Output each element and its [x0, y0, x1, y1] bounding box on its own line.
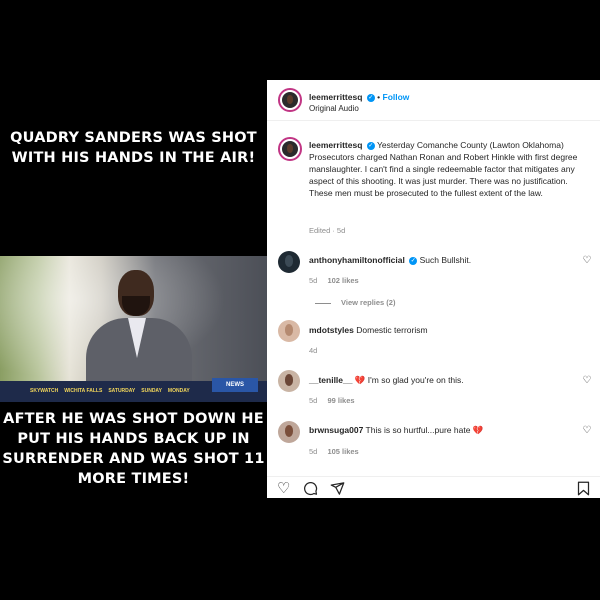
comment-meta: 4d — [309, 345, 317, 357]
verified-badge-icon: ✓ — [409, 256, 418, 265]
avatar-face — [284, 424, 294, 438]
caption-avatar[interactable] — [278, 137, 302, 161]
comment-row: brwnsuga007 This is so hurtful...pure ha… — [309, 424, 483, 436]
comment-username[interactable]: brwnsuga007 — [309, 425, 363, 435]
separator-dot: • — [377, 92, 381, 102]
header-username-row: leemerrittesq ✓ • Follow — [309, 91, 409, 103]
ticker-item: SATURDAY — [108, 387, 136, 394]
follow-button[interactable]: Follow — [383, 92, 410, 102]
header-avatar[interactable] — [278, 88, 302, 112]
caption-text: leemerrittesq ✓ Yesterday Comanche Count… — [309, 139, 591, 199]
comment-avatar[interactable] — [278, 370, 300, 392]
heart-outline-icon[interactable]: ♡ — [277, 481, 290, 497]
bookmark-icon[interactable] — [577, 481, 590, 498]
ticker-item: SUNDAY — [141, 387, 162, 394]
replies-line — [315, 303, 331, 304]
comment-text: Such Bullshit. — [419, 255, 472, 265]
comment-likes[interactable]: 102 likes — [327, 276, 358, 285]
avatar-image — [282, 141, 298, 157]
comment-username[interactable]: anthonyhamiltonofficial — [309, 255, 405, 265]
comment-avatar[interactable] — [278, 421, 300, 443]
comment-meta: 5d 99 likes — [309, 395, 355, 407]
post-panel: leemerrittesq ✓ • Follow Original Audio … — [267, 80, 600, 498]
actions-divider — [267, 476, 600, 477]
ticker-item: WICHITA FALLS — [64, 387, 103, 394]
comment-avatar[interactable] — [278, 320, 300, 342]
comment-avatar[interactable] — [278, 251, 300, 273]
like-comment-heart-icon[interactable]: ♡ — [582, 426, 592, 436]
news-logo: NEWS — [212, 378, 258, 392]
comment-username[interactable]: __tenille__ — [309, 375, 352, 385]
share-icon-glyph — [330, 482, 345, 495]
comment-age: 5d — [309, 276, 318, 285]
comment-text: Domestic terrorism — [356, 325, 428, 335]
caption-meta: Edited · 5d — [309, 226, 346, 235]
comment-row: mdotstyles Domestic terrorism — [309, 324, 428, 336]
avatar-face — [284, 254, 294, 268]
comment-text: This is so hurtful...pure hate 💔 — [365, 425, 484, 435]
avatar-image — [282, 92, 298, 108]
avatar-face — [284, 323, 294, 337]
comment-likes[interactable]: 99 likes — [327, 396, 354, 405]
header-divider — [267, 120, 600, 121]
like-comment-heart-icon[interactable]: ♡ — [582, 376, 592, 386]
caption-bottom: AFTER HE WAS SHOT DOWN HE PUT HIS HANDS … — [2, 411, 265, 487]
comment-icon[interactable] — [303, 481, 318, 498]
comment-meta: 5d 102 likes — [309, 275, 359, 287]
comment-age: 4d — [309, 346, 318, 355]
comment-username[interactable]: mdotstyles — [309, 325, 354, 335]
comment-age: 5d — [309, 447, 318, 456]
share-icon[interactable] — [330, 481, 345, 498]
video-frame[interactable]: SKYWATCH WICHITA FALLS SATURDAY SUNDAY M… — [0, 256, 267, 402]
avatar-face — [286, 143, 294, 153]
view-replies-link[interactable]: View replies (2) — [341, 297, 395, 309]
caption-username[interactable]: leemerrittesq — [309, 140, 362, 150]
caption-top: QUADRY SANDERS WAS SHOT WITH HIS HANDS I… — [10, 130, 257, 166]
ticker-item: MONDAY — [167, 387, 190, 394]
ticker-item: SKYWATCH — [30, 387, 59, 394]
avatar-face — [286, 94, 294, 104]
avatar-face — [284, 373, 294, 387]
verified-badge-icon: ✓ — [366, 93, 375, 102]
header-username[interactable]: leemerrittesq — [309, 92, 362, 102]
comment-text: 💔 I'm so glad you're on this. — [354, 375, 464, 385]
original-audio-link[interactable]: Original Audio — [309, 103, 359, 115]
comment-likes[interactable]: 105 likes — [327, 447, 358, 456]
bookmark-icon-glyph — [577, 481, 590, 496]
like-comment-heart-icon[interactable]: ♡ — [582, 256, 592, 266]
verified-badge-icon: ✓ — [366, 141, 375, 150]
comment-age: 5d — [309, 396, 318, 405]
comment-row: __tenille__ 💔 I'm so glad you're on this… — [309, 374, 464, 386]
comment-meta: 5d 105 likes — [309, 446, 359, 458]
comment-icon-glyph — [304, 482, 318, 496]
comment-row: anthonyhamiltonofficial ✓ Such Bullshit. — [309, 254, 471, 266]
